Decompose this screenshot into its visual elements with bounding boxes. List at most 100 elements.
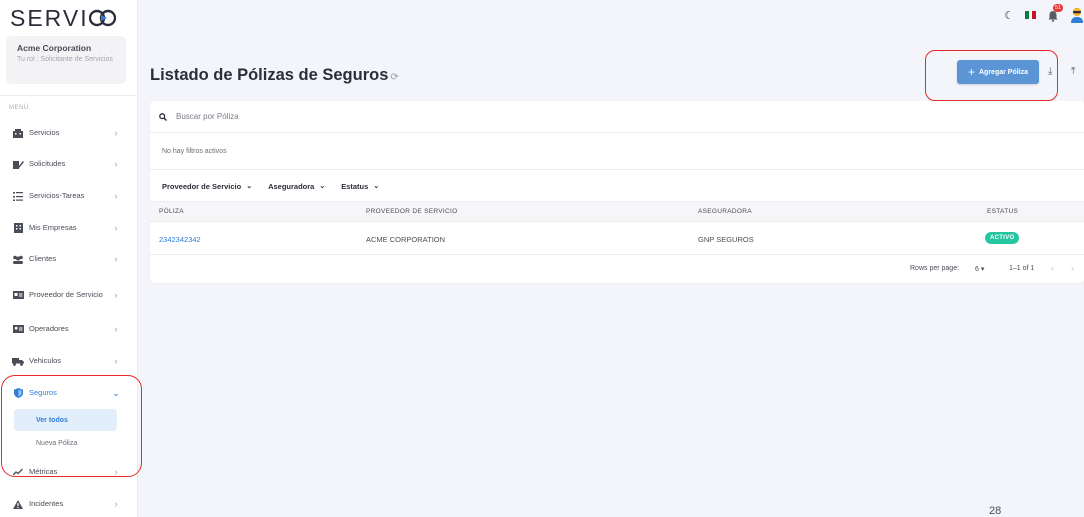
company-name: Acme Corporation — [17, 43, 92, 53]
avatar[interactable] — [1070, 7, 1084, 23]
column-header-proveedor[interactable]: PROVEEDOR DE SERVICIO — [366, 208, 457, 215]
shield-icon — [12, 388, 24, 398]
chevron-right-icon: › — [114, 467, 118, 477]
company-icon — [12, 223, 24, 233]
chevron-right-icon: › — [114, 499, 118, 509]
add-poliza-label: Agregar Póliza — [979, 68, 1029, 76]
notifications-button[interactable]: 51 — [1047, 4, 1064, 22]
filter-estatus[interactable]: Estatus ⌄ — [341, 182, 379, 191]
chevron-right-icon: › — [114, 324, 118, 334]
poliza-link[interactable]: 2342342342 — [159, 235, 201, 244]
filter-proveedor-label: Proveedor de Servicio — [162, 181, 242, 191]
building-icon — [12, 128, 24, 138]
chevron-down-icon: ⌄ — [112, 387, 120, 398]
filter-aseguradora-label: Aseguradora — [268, 181, 315, 191]
id-card-icon — [12, 290, 24, 300]
chevron-right-icon: › — [114, 223, 118, 233]
sidebar-item-mis-empresas[interactable]: Mis Empresas › — [6, 217, 130, 239]
table-header: PÓLIZA PROVEEDOR DE SERVICIO ASEGURADORA… — [150, 201, 1084, 222]
dark-mode-icon[interactable]: ☾ — [1004, 9, 1014, 22]
sidebar-item-label: Servicios — [29, 128, 60, 137]
logo-go-mark — [88, 9, 116, 27]
search-input[interactable] — [176, 112, 476, 121]
topbar-actions: ☾ 51 — [1004, 4, 1084, 23]
sidebar: SERVI Acme Corporation Tu rol : Solicita… — [0, 0, 138, 517]
chevron-right-icon: › — [114, 356, 118, 366]
sidebar-item-clientes[interactable]: Clientes › — [6, 248, 130, 270]
page-number: 28 — [989, 505, 1002, 517]
sidebar-item-label: Seguros — [29, 388, 57, 397]
upload-icon[interactable]: ⤒ — [1071, 66, 1075, 77]
edit-request-icon — [12, 159, 24, 169]
sidebar-item-proveedor[interactable]: Proveedor de Servicio › — [6, 281, 130, 309]
rows-per-page-select[interactable]: 6 ▾ — [975, 265, 984, 273]
sidebar-item-servicios[interactable]: Servicios › — [6, 122, 130, 144]
menu-label: MENÚ — [9, 105, 29, 111]
status-badge: ACTIVO — [985, 232, 1020, 244]
refresh-icon[interactable]: ⟳ — [390, 72, 398, 83]
prev-page-icon[interactable]: ‹ — [1051, 263, 1054, 273]
table-row[interactable]: 2342342342 ACME CORPORATION GNP SEGUROS … — [150, 223, 1084, 255]
sidebar-item-vehiculos[interactable]: Vehiculos › — [6, 350, 130, 372]
sidebar-item-servicios-tareas[interactable]: Servicios-Tareas › — [6, 185, 130, 207]
policies-card: No hay filtros activos Proveedor de Serv… — [150, 101, 1084, 283]
sidebar-item-operadores[interactable]: Operadores › — [6, 318, 130, 340]
sidebar-subitem-nueva-poliza[interactable]: Nueva Póliza — [14, 432, 117, 454]
no-filters-text: No hay filtros activos — [162, 148, 227, 155]
sidebar-item-seguros[interactable]: Seguros ⌄ — [6, 382, 130, 404]
task-list-icon — [12, 191, 24, 201]
operator-card-icon — [12, 324, 24, 334]
plus-icon: + — [967, 65, 975, 79]
filter-proveedor[interactable]: Proveedor de Servicio ⌄ — [162, 182, 252, 191]
active-filters: No hay filtros activos — [150, 134, 1084, 170]
chevron-right-icon: › — [114, 159, 118, 169]
sidebar-item-incidentes[interactable]: Incidentes › — [6, 493, 130, 515]
search-bar — [150, 101, 1084, 133]
sidebar-item-metricas[interactable]: Métricas › — [6, 461, 130, 483]
cell-proveedor: ACME CORPORATION — [366, 235, 446, 244]
truck-icon — [12, 356, 24, 366]
page-range: 1–1 of 1 — [1009, 265, 1035, 272]
chevron-down-icon: ⌄ — [373, 183, 380, 190]
caret-down-icon: ▾ — [980, 266, 985, 273]
chevron-right-icon: › — [114, 254, 118, 264]
chevron-down-icon: ⌄ — [319, 183, 326, 190]
chevron-down-icon: ⌄ — [246, 183, 253, 190]
add-poliza-button[interactable]: + Agregar Póliza — [957, 60, 1039, 84]
next-page-icon[interactable]: › — [1071, 263, 1074, 273]
chevron-right-icon: › — [114, 191, 118, 201]
sidebar-item-label: Vehiculos — [29, 356, 62, 365]
chevron-right-icon: › — [114, 290, 118, 300]
chart-icon — [12, 467, 24, 477]
filter-estatus-label: Estatus — [341, 181, 369, 191]
rows-per-page-label: Rows per page: — [910, 265, 960, 272]
company-card[interactable]: Acme Corporation Tu rol : Solicitante de… — [6, 36, 126, 84]
sidebar-subitem-ver-todos[interactable]: Ver todos — [14, 409, 117, 431]
sidebar-item-label: Métricas — [29, 467, 58, 476]
topbar: ☾ 51 — [139, 0, 1084, 34]
sidebar-item-label: Proveedor de Servicio — [29, 290, 103, 299]
cell-aseguradora: GNP SEGUROS — [698, 235, 754, 244]
rows-per-page-value: 6 — [975, 266, 979, 273]
sidebar-item-label: Operadores — [29, 324, 69, 333]
column-header-poliza[interactable]: PÓLIZA — [159, 208, 184, 215]
people-icon — [12, 254, 24, 264]
download-icon[interactable]: ⤓ — [1048, 66, 1052, 77]
pagination: Rows per page: 6 ▾ 1–1 of 1 ‹ › — [150, 256, 1084, 283]
column-header-aseguradora[interactable]: ASEGURADORA — [698, 208, 752, 215]
mexico-flag-icon[interactable] — [1025, 11, 1037, 19]
search-icon — [159, 108, 167, 126]
sidebar-item-solicitudes[interactable]: Solicitudes › — [6, 153, 130, 175]
logo-text: SERVI — [10, 5, 89, 31]
column-header-estatus[interactable]: ESTATUS — [987, 208, 1018, 215]
sidebar-item-label: Solicitudes — [29, 159, 66, 168]
sidebar-divider — [0, 95, 138, 96]
app-logo[interactable]: SERVI — [10, 5, 116, 32]
warning-icon — [12, 499, 24, 509]
notifications-badge: 51 — [1053, 4, 1064, 12]
sidebar-item-label: Clientes — [29, 254, 57, 263]
page-title-text: Listado de Pólizas de Seguros — [150, 66, 389, 84]
filter-aseguradora[interactable]: Aseguradora ⌄ — [268, 182, 325, 191]
filter-dropdowns: Proveedor de Servicio ⌄ Aseguradora ⌄ Esta… — [150, 171, 1084, 201]
chevron-right-icon: › — [114, 128, 118, 138]
